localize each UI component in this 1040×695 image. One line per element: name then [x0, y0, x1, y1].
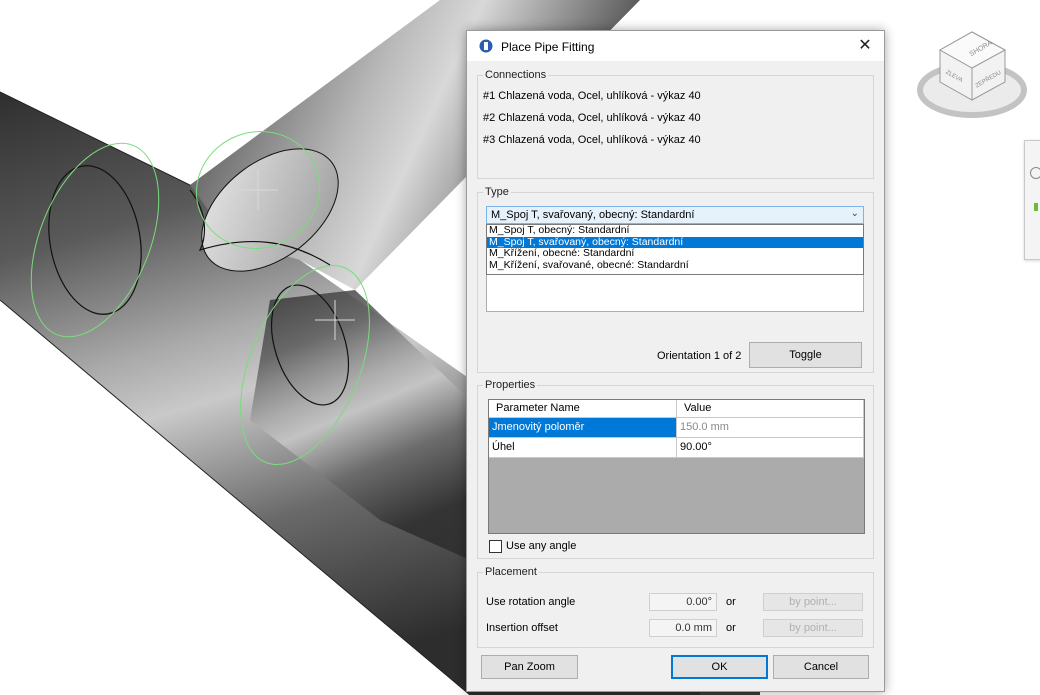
or-text: or [726, 622, 736, 634]
navigation-bar[interactable] [1024, 140, 1040, 260]
ok-button[interactable]: OK [671, 655, 768, 679]
viewcube[interactable]: SHORA ZLEVA ZEPŘEDU [910, 20, 1040, 140]
type-dropdown-value: M_Spoj T, svařovaný, obecný: Standardní [491, 209, 695, 221]
property-name-cell[interactable]: Jmenovitý poloměr [489, 418, 677, 438]
steering-wheel-icon[interactable] [1030, 167, 1040, 179]
type-option[interactable]: M_Spoj T, obecný: Standardní [487, 224, 863, 237]
properties-legend: Properties [485, 379, 536, 391]
type-option[interactable]: M_Křížení, obecné: Standardní [487, 247, 863, 260]
property-value-cell[interactable]: 150.0 mm [677, 418, 864, 438]
close-icon[interactable]: ✕ [852, 35, 878, 57]
place-pipe-fitting-dialog: Place Pipe Fitting ✕ Connections #1 Chla… [466, 30, 885, 692]
or-text: or [726, 596, 736, 608]
by-point-rotation-button[interactable]: by point... [763, 593, 863, 611]
revit-fitting-icon [479, 39, 493, 53]
rotation-angle-field[interactable]: 0.00° [649, 593, 717, 611]
cancel-button[interactable]: Cancel [773, 655, 869, 679]
property-value-cell[interactable]: 90.00° [677, 438, 864, 458]
pan-zoom-button[interactable]: Pan Zoom [481, 655, 578, 679]
by-point-offset-button[interactable]: by point... [763, 619, 863, 637]
type-dropdown[interactable]: M_Spoj T, svařovaný, obecný: Standardní … [486, 206, 864, 224]
pan-icon[interactable] [1034, 203, 1038, 211]
use-any-angle-checkbox[interactable] [489, 540, 502, 553]
connections-legend: Connections [485, 69, 547, 81]
type-legend: Type [485, 186, 509, 198]
column-header-value: Value [677, 400, 864, 418]
use-any-angle-label: Use any angle [506, 540, 577, 552]
type-dropdown-list[interactable]: M_Spoj T, obecný: Standardní M_Spoj T, s… [486, 224, 864, 275]
connection-item-1: #1 Chlazená voda, Ocel, uhlíková - výkaz… [483, 90, 701, 102]
property-name-cell[interactable]: Úhel [489, 438, 677, 458]
chevron-down-icon[interactable]: ⌄ [851, 208, 859, 219]
connections-group: Connections [477, 69, 874, 179]
connection-item-2: #2 Chlazená voda, Ocel, uhlíková - výkaz… [483, 112, 701, 124]
insertion-offset-field[interactable]: 0.0 mm [649, 619, 717, 637]
dialog-titlebar[interactable]: Place Pipe Fitting ✕ [467, 31, 884, 61]
properties-grid: Parameter Name Value Jmenovitý poloměr 1… [488, 399, 865, 534]
connection-item-3: #3 Chlazená voda, Ocel, uhlíková - výkaz… [483, 134, 701, 146]
column-header-name: Parameter Name [489, 400, 677, 418]
dialog-title: Place Pipe Fitting [501, 40, 595, 54]
rotation-angle-label: Use rotation angle [486, 596, 576, 608]
placement-legend: Placement [485, 566, 537, 578]
insertion-offset-label: Insertion offset [486, 622, 558, 634]
orientation-text: Orientation 1 of 2 [657, 350, 742, 362]
type-option[interactable]: M_Křížení, svařované, obecné: Standardní [487, 259, 863, 272]
toggle-button[interactable]: Toggle [749, 342, 862, 368]
